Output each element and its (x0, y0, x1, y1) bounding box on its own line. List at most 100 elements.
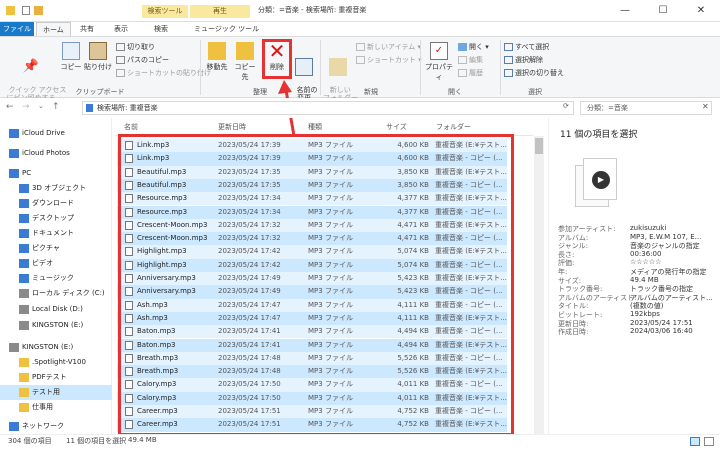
usb-drive-icon (19, 321, 29, 330)
sidebar-item-label: KINGSTON (E:) (32, 321, 84, 329)
scissors-icon (116, 43, 125, 51)
copy-to-button[interactable]: コピー先 (232, 42, 258, 82)
property-value[interactable]: 192kbps (630, 310, 660, 318)
details-view-icon[interactable] (690, 437, 700, 446)
sidebar-item[interactable]: .Spotlight-V100 (0, 355, 112, 370)
3d-objects-icon (19, 184, 29, 193)
search-input[interactable]: 分類：=音楽 (580, 101, 712, 115)
tab-home[interactable]: ホーム (36, 22, 71, 36)
folder-icon (19, 403, 29, 412)
shortcut-icon (116, 69, 125, 77)
property-value[interactable]: 2024/03/06 16:40 (630, 327, 693, 335)
address-bar[interactable]: 検索場所: 重複音楽 (82, 101, 574, 115)
ribbon-separator (420, 40, 421, 95)
sidebar-item[interactable]: ドキュメント (0, 226, 112, 241)
invert-selection-button[interactable]: 選択の切り替え (504, 68, 564, 79)
download-icon (19, 199, 29, 208)
column-name[interactable]: 名前 (124, 122, 138, 132)
column-date-modified[interactable]: 更新日時 (218, 122, 246, 132)
back-arrow-icon[interactable]: ← (6, 102, 14, 112)
open-button[interactable]: 開く ▾ (458, 42, 489, 53)
photos-icon (9, 149, 19, 158)
sidebar-item[interactable]: KINGSTON (E:) (0, 340, 112, 355)
sidebar-item[interactable]: iCloud Drive (0, 126, 112, 141)
sidebar-item[interactable]: 仕事用 (0, 400, 112, 415)
recent-dropdown-icon[interactable]: ⌄ (38, 102, 44, 110)
sidebar-item[interactable]: KINGSTON (E:) (0, 318, 112, 333)
sidebar-item[interactable]: ローカル ディスク (C:) (0, 286, 112, 301)
tab-view[interactable]: 表示 (108, 22, 134, 36)
copy-path-button[interactable]: パスのコピー (116, 55, 169, 66)
tab-search[interactable]: 検索 (148, 22, 174, 36)
new-folder-quick-icon[interactable] (34, 6, 43, 15)
desktop-icon (19, 214, 29, 223)
property-value[interactable]: zukisuzuki (630, 224, 666, 232)
forward-arrow-icon[interactable]: → (22, 102, 30, 112)
sidebar-item[interactable]: Local Disk (D:) (0, 302, 112, 317)
select-none-button[interactable]: 選択解除 (504, 55, 543, 66)
properties-quick-icon[interactable] (22, 6, 30, 15)
column-folder[interactable]: フォルダー (436, 122, 471, 132)
tab-file[interactable]: ファイル (0, 22, 34, 36)
property-value[interactable]: MP3, E.W.M 107, E... (630, 233, 701, 241)
search-folder-icon (86, 104, 93, 112)
sidebar-item[interactable]: テスト用 (0, 385, 112, 400)
sidebar-item[interactable]: PC (0, 166, 112, 181)
selected-size: 49.4 MB (128, 436, 157, 444)
shortcut-icon (356, 56, 365, 64)
close-button[interactable]: ✕ (682, 0, 720, 22)
sidebar-item-label: iCloud Drive (22, 129, 65, 137)
copy-button[interactable]: コピー (60, 42, 82, 72)
sidebar-item-label: KINGSTON (E:) (22, 343, 74, 351)
move-to-button[interactable]: 移動先 (204, 42, 230, 72)
sidebar-item[interactable]: ダウンロード (0, 196, 112, 211)
new-folder-button[interactable]: 新しい フォルダー (323, 42, 358, 102)
selected-count: 11 個の項目を選択 (66, 437, 127, 445)
up-arrow-icon[interactable]: ↑ (52, 102, 60, 112)
property-value[interactable]: 2023/05/24 17:51 (630, 319, 693, 327)
video-icon (19, 259, 29, 268)
paste-shortcut-button[interactable]: ショートカットの貼り付け (116, 68, 211, 79)
easy-access-shortcut-button[interactable]: ショートカット ▾ (356, 55, 422, 66)
sidebar-item[interactable]: ピクチャ (0, 241, 112, 256)
clear-search-icon[interactable]: ✕ (702, 102, 709, 111)
minimize-button[interactable]: — (606, 0, 644, 22)
property-value[interactable]: 49.4 MB (630, 276, 659, 284)
sidebar-item[interactable]: 3D オブジェクト (0, 181, 112, 196)
paste-button[interactable]: 貼り付け (84, 42, 112, 72)
sidebar-item[interactable]: ミュージック (0, 271, 112, 286)
edit-button[interactable]: 編集 (458, 55, 483, 66)
column-size[interactable]: サイズ (386, 122, 407, 132)
folder-icon (6, 6, 15, 15)
sidebar-item[interactable]: ネットワーク (0, 419, 112, 434)
sidebar-item[interactable]: ビデオ (0, 256, 112, 271)
property-value[interactable]: ☆☆☆☆☆ (630, 258, 661, 266)
sidebar-item[interactable]: PDFテスト (0, 370, 112, 385)
properties-button[interactable]: ✓ プロパティ (423, 42, 455, 82)
large-icons-view-icon[interactable] (704, 437, 714, 446)
history-button[interactable]: 履歴 (458, 68, 483, 79)
usb-drive-icon (9, 343, 19, 352)
music-icon (19, 274, 29, 283)
sidebar-item[interactable]: iCloud Photos (0, 146, 112, 161)
column-type[interactable]: 種類 (308, 122, 322, 132)
tab-music-tools[interactable]: ミュージック ツール (188, 22, 265, 36)
tab-share[interactable]: 共有 (74, 22, 100, 36)
sidebar-item-label: ローカル ディスク (C:) (32, 289, 105, 297)
maximize-button[interactable]: ☐ (644, 0, 682, 22)
property-value[interactable]: 00:36:00 (630, 250, 661, 258)
new-item-button[interactable]: 新しいアイテム ▾ (356, 42, 421, 53)
sidebar-item-label: デスクトップ (32, 214, 74, 222)
open-icon (458, 43, 467, 51)
properties-icon: ✓ (430, 42, 448, 60)
sidebar-item-label: PDFテスト (32, 373, 67, 381)
file-list-scrollbar[interactable] (534, 136, 544, 434)
cut-button[interactable]: 切り取り (116, 42, 155, 53)
sidebar-item[interactable]: デスクトップ (0, 211, 112, 226)
sidebar-item-label: 3D オブジェクト (32, 184, 87, 192)
refresh-icon[interactable]: ⟳ (563, 102, 569, 110)
ribbon-separator (200, 40, 201, 95)
select-all-button[interactable]: すべて選択 (504, 42, 549, 53)
scrollbar-thumb[interactable] (535, 138, 543, 154)
pin-quick-access-button[interactable]: 📌 クイック アクセス にピン留めする (4, 42, 67, 102)
